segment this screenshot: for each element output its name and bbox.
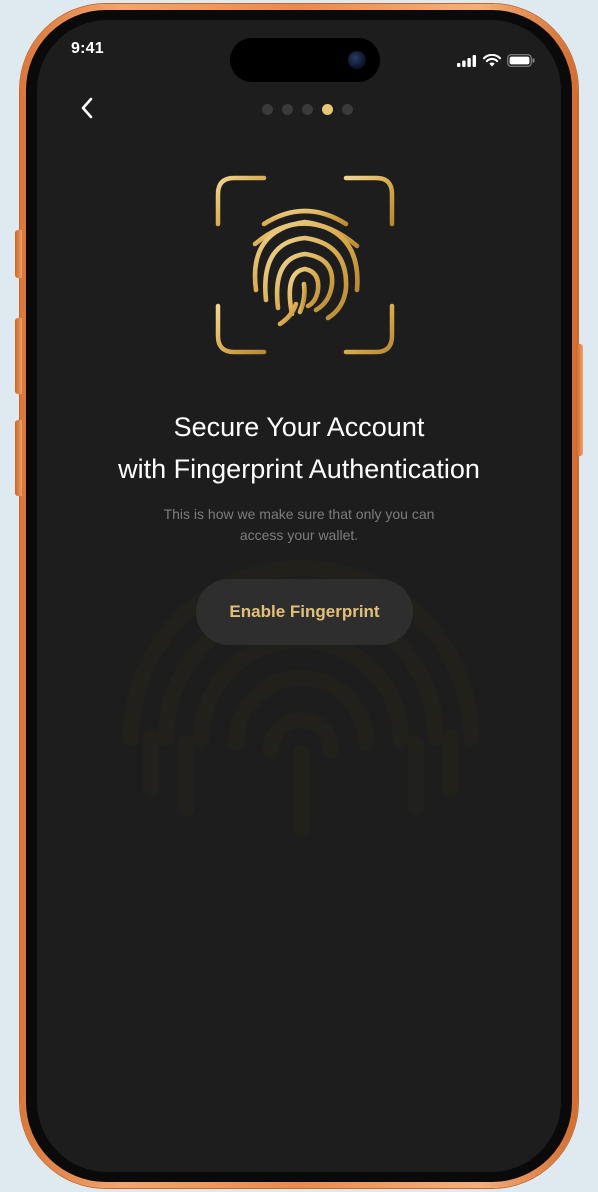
action-button bbox=[15, 230, 22, 278]
wifi-icon bbox=[483, 54, 501, 67]
page-title: Secure Your Account with Fingerprint Aut… bbox=[37, 406, 561, 490]
subtitle-line-2: access your wallet. bbox=[239, 527, 359, 543]
phone-screen: 9:41 Secure Your Account with Fingerprin… bbox=[37, 20, 561, 1172]
page-subtitle: This is how we make sure that only you c… bbox=[99, 504, 499, 546]
page-dot bbox=[342, 104, 353, 115]
volume-down-button bbox=[15, 420, 22, 496]
title-line-2: with Fingerprint Authentication bbox=[118, 454, 480, 484]
page-dot-active bbox=[322, 104, 333, 115]
page-dot bbox=[282, 104, 293, 115]
page-dot bbox=[262, 104, 273, 115]
fingerprint-icon bbox=[252, 208, 360, 327]
back-button[interactable] bbox=[73, 94, 101, 122]
dynamic-island bbox=[230, 38, 380, 82]
power-button bbox=[576, 344, 583, 456]
title-line-1: Secure Your Account bbox=[173, 412, 425, 442]
enable-fingerprint-button[interactable]: Enable Fingerprint bbox=[196, 579, 413, 645]
status-icons bbox=[457, 54, 535, 67]
page-dot bbox=[302, 104, 313, 115]
scan-frame-icon bbox=[215, 175, 395, 355]
status-time: 9:41 bbox=[71, 40, 104, 57]
battery-icon bbox=[507, 54, 535, 67]
volume-up-button bbox=[15, 318, 22, 394]
page-indicator bbox=[262, 104, 353, 115]
fingerprint-scan-illustration bbox=[215, 175, 395, 355]
signal-icon bbox=[457, 54, 476, 67]
canvas: 9:41 Secure Your Account with Fingerprin… bbox=[0, 0, 598, 1192]
camera-icon bbox=[348, 51, 366, 69]
chevron-left-icon bbox=[81, 97, 93, 119]
subtitle-line-1: This is how we make sure that only you c… bbox=[163, 506, 435, 522]
